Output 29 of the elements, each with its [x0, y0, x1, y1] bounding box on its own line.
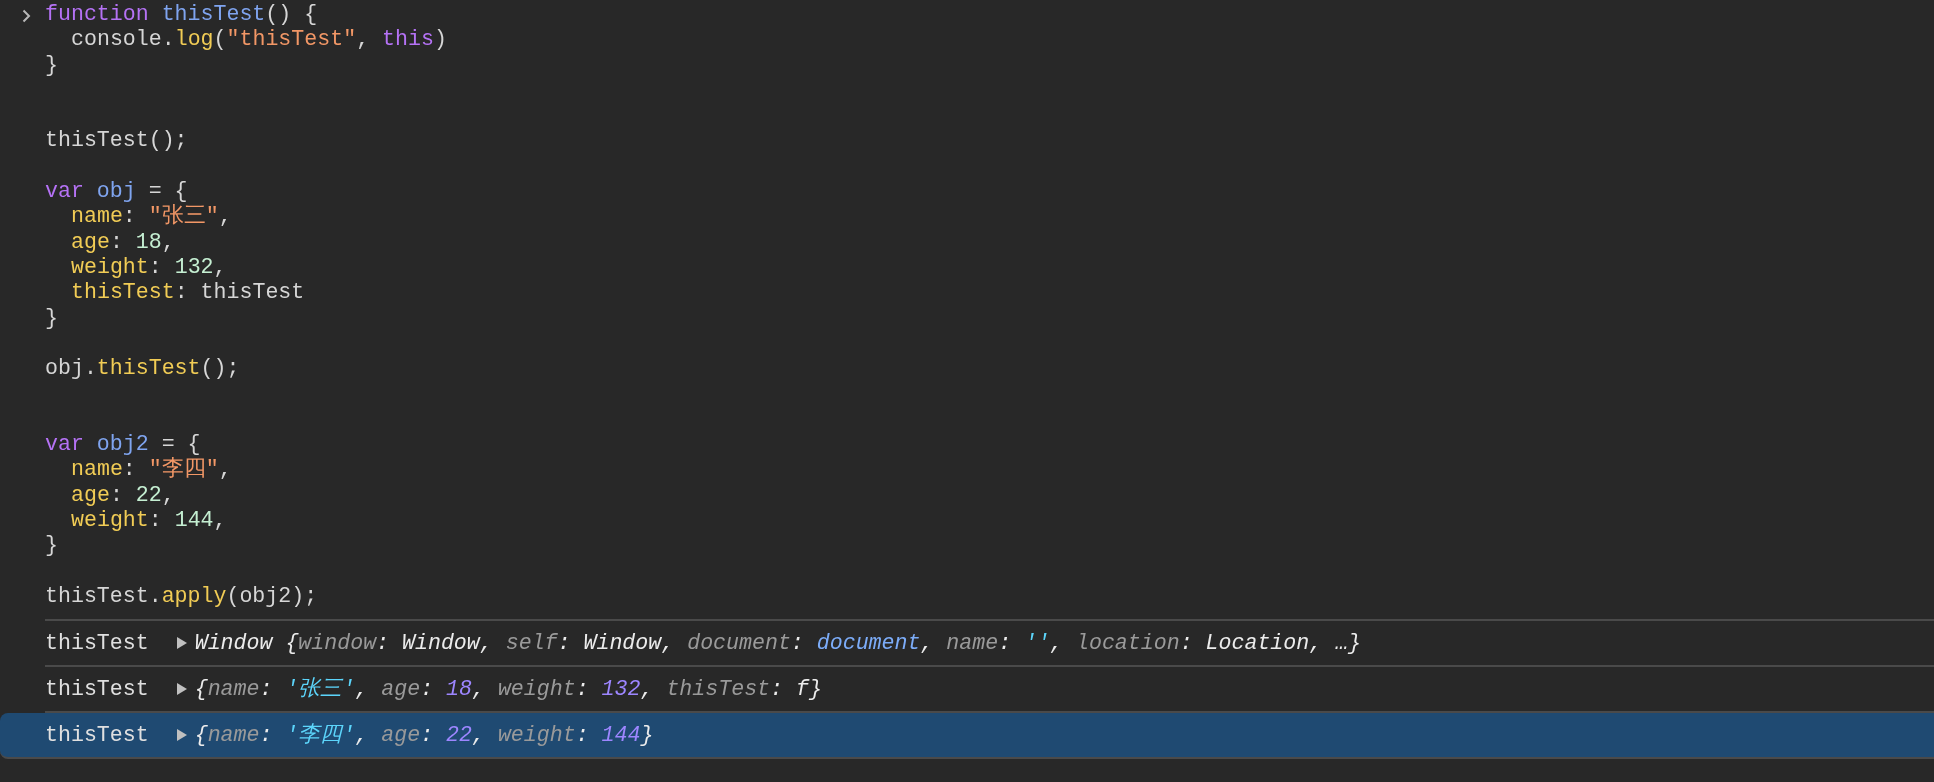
object-preview: {name: '李四', age: 22, weight: 144}	[194, 721, 654, 749]
code-line: name: "李四",	[70, 457, 232, 483]
code-line: }	[45, 533, 58, 559]
code-line: thisTest();	[45, 128, 188, 154]
code-line: console.log("thisTest", this)	[70, 27, 447, 53]
code-line: var obj2 = {	[45, 432, 201, 457]
expand-triangle-icon[interactable]	[176, 729, 187, 742]
code-line: age: 18,	[70, 229, 175, 255]
code-line: age: 22,	[70, 482, 175, 508]
code-line: weight: 132,	[70, 254, 227, 281]
log-label: thisTest	[45, 721, 149, 749]
log-label: thisTest	[45, 675, 149, 703]
code-line: thisTest: thisTest	[70, 280, 305, 306]
code-line: weight: 144,	[70, 507, 227, 534]
code-line: }	[45, 305, 58, 331]
expand-triangle-icon[interactable]	[176, 637, 187, 650]
prompt-chevron-icon	[22, 9, 31, 23]
console-log-row[interactable]: thisTest {name: '李四', age: 22, weight: 144}	[0, 713, 1934, 760]
code-line: thisTest.apply(obj2);	[45, 583, 318, 610]
log-label: thisTest	[45, 629, 149, 657]
code-line: obj.thisTest();	[45, 356, 240, 382]
code-line: }	[45, 52, 58, 78]
code-line: var obj = {	[45, 179, 188, 204]
code-line: name: "张三",	[70, 204, 232, 230]
expand-triangle-icon[interactable]	[176, 683, 187, 696]
object-preview: Window {window: Window, self: Window, document: document, name: '', location: Location, …}	[194, 629, 1362, 657]
code-line: function thisTest() {	[45, 2, 318, 28]
object-preview: {name: '张三', age: 18, weight: 132, thisTest: f}	[194, 675, 822, 703]
console-log-row[interactable]: thisTest Window {window: Window, self: Window, document: document, name: '', location: Location, …}	[45, 621, 1934, 668]
